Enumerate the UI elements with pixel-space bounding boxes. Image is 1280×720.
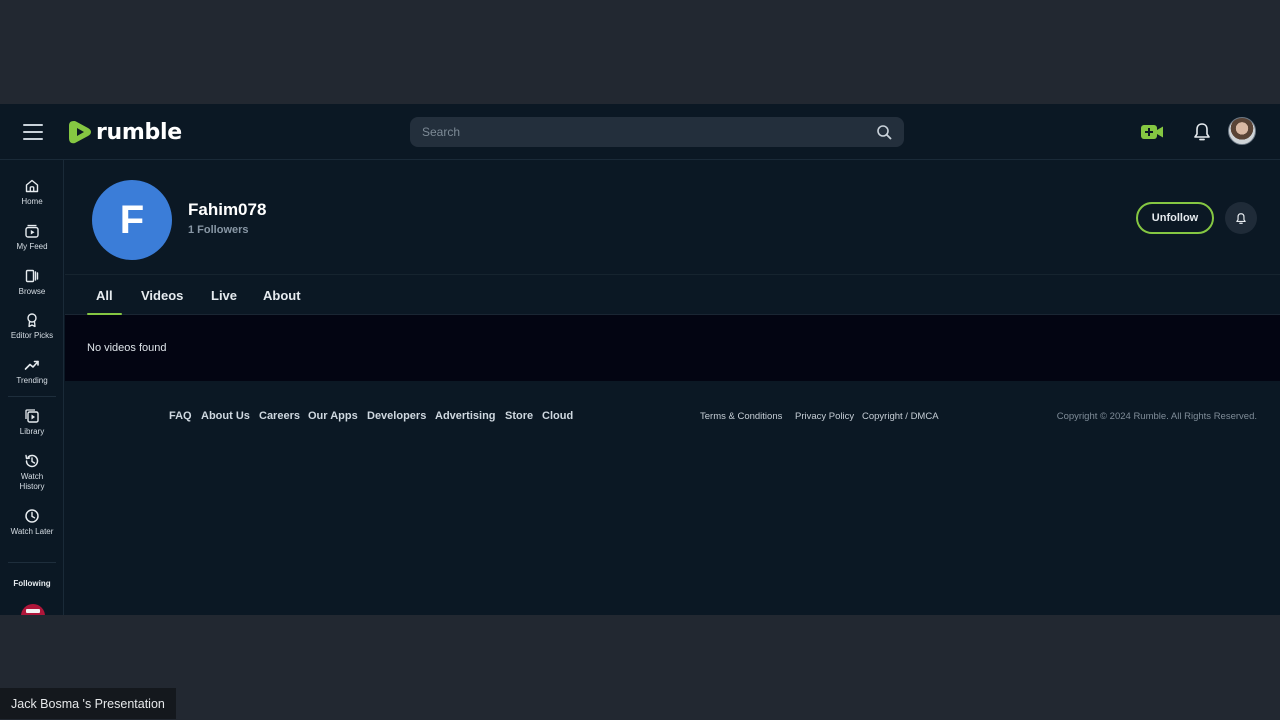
sidebar-item-browse[interactable]: Browse [0, 268, 64, 297]
sidebar-item-label: Watch Later [10, 527, 54, 536]
video-list: No videos found [65, 315, 1280, 381]
followed-channel-avatar[interactable] [21, 604, 45, 615]
footer-link-faq[interactable]: FAQ [169, 410, 192, 422]
sidebar-divider [8, 396, 56, 397]
footer-link-store[interactable]: Store [505, 410, 533, 422]
clock-icon [25, 509, 39, 523]
top-header: rumble [0, 104, 1280, 160]
rumble-play-icon [69, 121, 91, 144]
sidebar-item-home[interactable]: Home [0, 178, 64, 207]
search-input[interactable] [422, 125, 876, 139]
channel-header: F Fahim078 1 Followers Unfollow [65, 160, 1280, 275]
copyright-dmca-link[interactable]: Copyright / DMCA [862, 411, 939, 422]
sidebar-item-library[interactable]: Library [0, 408, 64, 437]
footer-link-our-apps[interactable]: Our Apps [308, 410, 358, 422]
channel-tabs: All Videos Live About [65, 276, 1280, 315]
screen-share-stage: rumble Search Home My Feed Browse Editor… [0, 0, 1280, 720]
search-icon[interactable] [876, 124, 892, 140]
video-plus-icon[interactable] [1140, 122, 1164, 142]
terms-link[interactable]: Terms & Conditions [700, 411, 782, 422]
footer-link-cloud[interactable]: Cloud [542, 410, 573, 422]
sidebar-item-watch-history[interactable]: Watch History [0, 453, 64, 492]
channel-notifications-button[interactable] [1225, 202, 1257, 234]
footer: FAQ About Us Careers Our Apps Developers… [65, 381, 1280, 615]
feed-icon [25, 224, 39, 238]
presentation-label: Jack Bosma 's Presentation [0, 688, 176, 719]
footer-link-about-us[interactable]: About Us [201, 410, 250, 422]
brand-name: rumble [96, 119, 182, 145]
trending-icon [24, 360, 39, 370]
copyright-notice: Copyright © 2024 Rumble. All Rights Rese… [1056, 411, 1257, 422]
sidebar-item-my-feed[interactable]: My Feed [0, 223, 64, 252]
footer-link-developers[interactable]: Developers [367, 410, 426, 422]
footer-link-advertising[interactable]: Advertising [435, 410, 496, 422]
library-icon [25, 409, 39, 423]
sidebar-item-label: My Feed [16, 242, 48, 251]
sidebar-item-trending[interactable]: Trending [0, 357, 64, 386]
channel-name: Fahim078 [188, 200, 267, 219]
home-icon [25, 179, 39, 193]
sidebar: Home My Feed Browse Editor Picks Trendin… [0, 160, 64, 615]
tab-live[interactable]: Live [211, 276, 237, 315]
history-icon [25, 454, 39, 468]
tab-videos[interactable]: Videos [141, 276, 183, 315]
sidebar-item-label: Home [21, 197, 43, 206]
sidebar-item-label: Trending [16, 376, 48, 385]
privacy-policy-link[interactable]: Privacy Policy [795, 411, 854, 422]
rumble-app-window: rumble Search Home My Feed Browse Editor… [0, 104, 1280, 615]
channel-avatar: F [92, 180, 172, 260]
sidebar-divider [8, 562, 56, 563]
sidebar-item-label: Watch History [19, 472, 45, 491]
sidebar-item-watch-later[interactable]: Watch Later [0, 508, 64, 537]
follower-count: 1 Followers [188, 224, 249, 236]
following-heading: Following [13, 579, 51, 588]
browse-icon [25, 269, 39, 283]
user-avatar[interactable] [1228, 117, 1256, 145]
tab-all[interactable]: All [87, 276, 122, 315]
hamburger-icon[interactable] [23, 124, 43, 140]
sidebar-item-label: Library [19, 427, 45, 436]
rumble-logo[interactable]: rumble [68, 118, 182, 146]
footer-link-careers[interactable]: Careers [259, 410, 300, 422]
bell-icon[interactable] [1192, 121, 1212, 143]
award-icon [27, 313, 37, 328]
tab-about[interactable]: About [263, 276, 301, 315]
sidebar-item-label: Editor Picks [10, 331, 54, 340]
search-bar [410, 117, 904, 147]
empty-state-message: No videos found [87, 342, 167, 354]
sidebar-item-label: Browse [18, 287, 46, 296]
bell-icon [1236, 212, 1246, 224]
sidebar-item-editor-picks[interactable]: Editor Picks [0, 312, 64, 341]
unfollow-button[interactable]: Unfollow [1136, 202, 1214, 234]
